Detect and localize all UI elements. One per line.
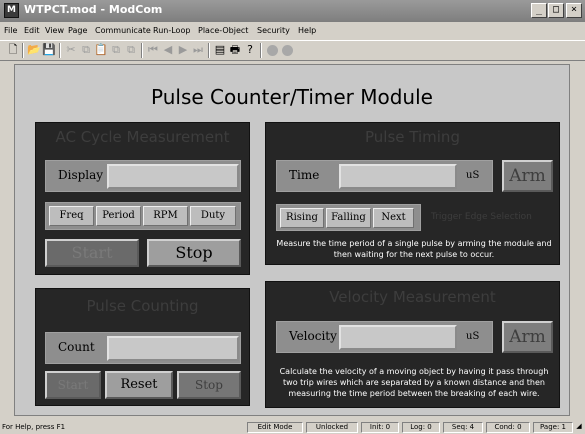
display-field-group: Display	[45, 160, 241, 192]
status-help-text: For Help, press F1	[2, 423, 66, 431]
menu-file[interactable]: File	[4, 26, 17, 35]
menu-page[interactable]: Page	[68, 26, 87, 35]
close-button[interactable]: ×	[566, 3, 582, 18]
falling-edge-button[interactable]: Falling	[326, 208, 371, 228]
menu-help[interactable]: Help	[298, 26, 316, 35]
maximize-button[interactable]: □	[548, 3, 564, 18]
save-icon[interactable]: 💾	[42, 43, 56, 57]
status-init: Init: 0	[361, 422, 399, 433]
copy-icon[interactable]: ⧉	[79, 43, 93, 57]
window-title: WTPCT.mod - ModCom	[24, 3, 163, 16]
status-mode: Edit Mode	[247, 422, 303, 433]
freq-button[interactable]: Freq	[49, 206, 94, 226]
toolbar-separator	[59, 43, 61, 58]
cut-icon[interactable]: ✂	[64, 43, 78, 57]
pulse-timing-title: Pulse Timing	[365, 128, 460, 146]
count-input[interactable]	[107, 336, 239, 361]
velocity-input[interactable]	[339, 325, 457, 350]
pulse-timing-panel: Pulse Timing Time uS Arm Rising Falling …	[265, 122, 560, 265]
pulse-counting-panel: Pulse Counting Count Start Reset Stop	[35, 288, 250, 406]
trigger-edge-caption: Trigger Edge Selection	[431, 212, 532, 222]
copy-object-icon[interactable]: ⧉	[109, 43, 123, 57]
menu-view[interactable]: View	[45, 26, 64, 35]
run-indicator-icon[interactable]	[267, 45, 278, 56]
velocity-unit-label: uS	[466, 331, 480, 342]
menu-run-loop[interactable]: Run-Loop	[153, 26, 190, 35]
count-reset-button[interactable]: Reset	[105, 371, 173, 399]
toolbar-separator	[208, 43, 210, 58]
menu-security[interactable]: Security	[257, 26, 290, 35]
count-label: Count	[58, 340, 95, 354]
time-unit-label: uS	[466, 170, 480, 181]
toolbar-separator	[22, 43, 24, 58]
period-button[interactable]: Period	[96, 206, 141, 226]
new-file-icon[interactable]: 🗋	[6, 43, 20, 57]
time-input[interactable]	[339, 164, 457, 189]
velocity-field-group: Velocity uS	[276, 321, 493, 353]
velocity-arm-button[interactable]: Arm	[502, 321, 553, 353]
ac-start-button[interactable]: Start	[45, 239, 139, 267]
app-icon: M	[4, 3, 19, 18]
time-field-group: Time uS	[276, 160, 493, 192]
title-bar: M WTPCT.mod - ModCom _ □ ×	[0, 0, 585, 22]
page-title: Pulse Counter/Timer Module	[151, 85, 433, 109]
resize-grip-icon[interactable]: ◢	[574, 422, 584, 433]
display-input[interactable]	[107, 164, 239, 189]
trigger-edge-selector: Rising Falling Next	[276, 204, 421, 231]
first-page-icon[interactable]: ⏮	[146, 43, 160, 57]
velocity-description: Calculate the velocity of a moving objec…	[279, 367, 549, 398]
duplicate-icon[interactable]: ⧉	[124, 43, 138, 57]
next-page-icon[interactable]: ▶	[176, 43, 190, 57]
count-start-button[interactable]: Start	[45, 371, 101, 399]
status-lock: Unlocked	[306, 422, 358, 433]
duty-button[interactable]: Duty	[190, 206, 236, 226]
rpm-button[interactable]: RPM	[143, 206, 188, 226]
stop-indicator-icon[interactable]	[282, 45, 293, 56]
next-edge-button[interactable]: Next	[373, 208, 414, 228]
help-icon[interactable]: ?	[243, 43, 257, 57]
count-field-group: Count	[45, 332, 241, 364]
toolbar-separator	[141, 43, 143, 58]
velocity-label: Velocity	[289, 329, 337, 343]
pulse-counting-title: Pulse Counting	[86, 297, 199, 315]
velocity-title: Velocity Measurement	[329, 288, 496, 306]
print-icon[interactable]: 🖶	[228, 43, 242, 57]
menu-edit[interactable]: Edit	[24, 26, 40, 35]
previous-page-icon[interactable]: ◀	[161, 43, 175, 57]
time-label: Time	[289, 168, 320, 182]
status-cond: Cond: 0	[486, 422, 530, 433]
menu-bar: File Edit View Page Communicate Run-Loop…	[0, 22, 585, 40]
paste-icon[interactable]: 📋	[94, 43, 108, 57]
pulse-timing-arm-button[interactable]: Arm	[502, 160, 553, 192]
rising-edge-button[interactable]: Rising	[280, 208, 324, 228]
status-seq: Seq: 4	[443, 422, 483, 433]
last-page-icon[interactable]: ⏭	[191, 43, 205, 57]
menu-place-object[interactable]: Place-Object	[198, 26, 248, 35]
count-stop-button[interactable]: Stop	[177, 371, 241, 399]
ac-stop-button[interactable]: Stop	[147, 239, 241, 267]
ac-cycle-panel: AC Cycle Measurement Display Freq Period…	[35, 122, 250, 275]
ac-mode-selector: Freq Period RPM Duty	[45, 202, 241, 230]
module-page: Pulse Counter/Timer Module AC Cycle Meas…	[14, 64, 570, 416]
properties-icon[interactable]: ▤	[213, 43, 227, 57]
status-log: Log: 0	[402, 422, 440, 433]
minimize-button[interactable]: _	[531, 3, 547, 18]
ac-cycle-title: AC Cycle Measurement	[55, 128, 230, 146]
status-bar: For Help, press F1 Edit Mode Unlocked In…	[0, 421, 585, 434]
toolbar-separator	[260, 43, 262, 58]
toolbar: 🗋 📂 💾 ✂ ⧉ 📋 ⧉ ⧉ ⏮ ◀ ▶ ⏭ ▤ 🖶 ?	[0, 40, 585, 61]
pulse-timing-description: Measure the time period of a single puls…	[276, 239, 552, 259]
display-label: Display	[58, 168, 104, 182]
open-folder-icon[interactable]: 📂	[27, 43, 41, 57]
status-page: Page: 1	[533, 422, 573, 433]
velocity-panel: Velocity Measurement Velocity uS Arm Cal…	[265, 281, 560, 408]
menu-communicate[interactable]: Communicate	[95, 26, 151, 35]
